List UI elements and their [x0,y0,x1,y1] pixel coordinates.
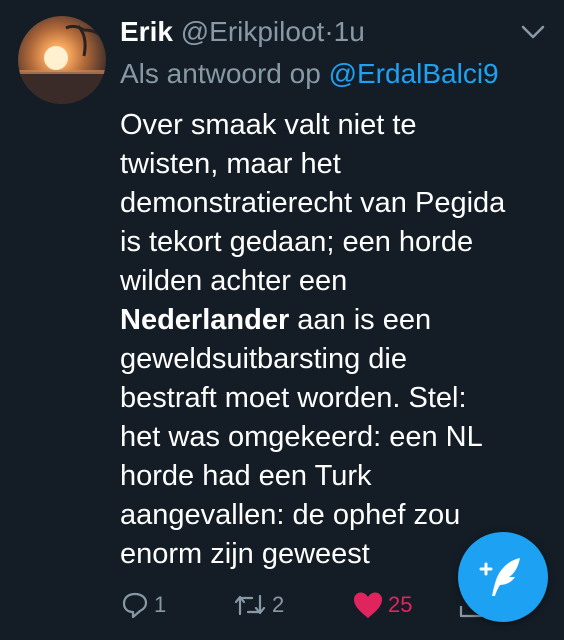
bold-text: Nederlander [120,304,290,336]
tweet-text-line: demonstratierecht van Pegida [120,187,506,219]
tweet-text-line: twisten, maar het [120,148,341,180]
tweet-text-fragment: aan is een [289,304,432,336]
tweet-text-line: wilden achter een [120,265,348,297]
reply-icon [122,592,148,619]
author-name[interactable]: Erik [120,16,173,47]
reply-to-mention[interactable]: @ErdalBalci9 [329,58,499,89]
tweet-text-line: bestraft moet worden. Stel: [120,382,467,414]
like-button[interactable]: 25 [352,590,412,620]
retweet-button[interactable]: 2 [232,590,284,620]
tweet-timestamp[interactable]: 1u [334,16,365,47]
avatar-sunset-image [18,24,106,104]
tweet-text-line: is tekort gedaan; een horde [120,226,474,258]
tweet-text: Over smaak valt niet te twisten, maar he… [120,106,540,574]
tweet-header: Erik @Erikpiloot·1u [120,14,365,50]
tweet-text-line: aangevallen: de ophef zou [120,499,461,531]
header-separator: · [324,16,334,47]
reply-context: Als antwoord op @ErdalBalci9 [120,56,499,92]
tweet-text-line: horde had een Turk [120,460,372,492]
like-count: 25 [388,592,413,617]
retweet-icon [234,594,266,616]
chevron-down-icon[interactable] [520,22,546,42]
avatar[interactable] [18,16,106,104]
tweet-text-line: Nederlander aan is een [120,301,540,340]
compose-tweet-button[interactable] [458,532,548,622]
tweet-text-line: geweldsuitbarsting die [120,343,407,375]
author-handle[interactable]: @Erikpiloot [181,16,325,47]
reply-prefix: Als antwoord op [120,58,321,89]
heart-icon [354,592,382,618]
reply-count: 1 [154,592,167,617]
tweet[interactable]: Erik @Erikpiloot·1u Als antwoord op @Erd… [0,0,564,640]
tweet-text-line: het was omgekeerd: een NL [120,421,483,453]
reply-button[interactable]: 1 [120,590,166,620]
compose-tweet-icon [479,558,520,596]
retweet-count: 2 [272,592,285,617]
tweet-text-line: Over smaak valt niet te [120,109,417,141]
